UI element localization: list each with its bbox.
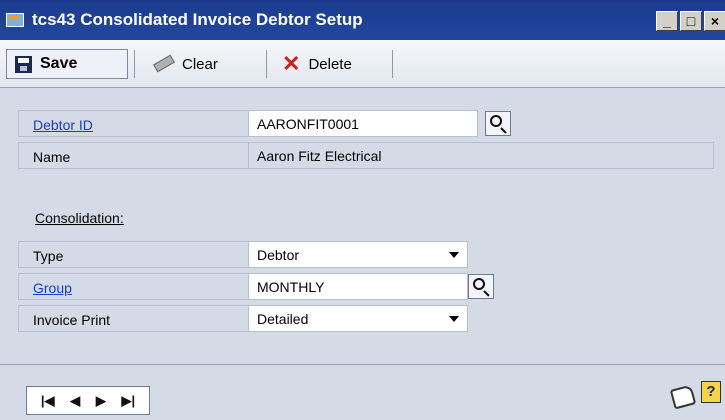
group-row: Group MONTHLY bbox=[18, 273, 714, 300]
window-title: tcs43 Consolidated Invoice Debtor Setup bbox=[32, 10, 363, 29]
delete-button[interactable]: ✕ Delete bbox=[274, 49, 360, 79]
close-button[interactable]: × bbox=[704, 11, 725, 31]
first-record-icon[interactable]: |◀ bbox=[41, 393, 55, 409]
save-button[interactable]: Save bbox=[6, 49, 128, 79]
magnifier-icon bbox=[473, 278, 485, 290]
type-value: Debtor bbox=[257, 247, 300, 263]
delete-label: Delete bbox=[308, 55, 352, 73]
name-field: Aaron Fitz Electrical bbox=[248, 142, 714, 169]
app-window-icon[interactable] bbox=[6, 13, 24, 27]
debtor-lookup-button[interactable] bbox=[485, 111, 511, 136]
help-icon[interactable]: ? bbox=[701, 381, 721, 403]
debtor-id-field[interactable]: AARONFIT0001 bbox=[248, 110, 478, 137]
chevron-down-icon bbox=[449, 316, 459, 322]
minimize-button[interactable]: _ bbox=[656, 11, 678, 31]
chevron-down-icon bbox=[449, 252, 459, 258]
toolbar-divider bbox=[134, 50, 135, 78]
invoice-print-row: Invoice Print Detailed bbox=[18, 305, 714, 332]
group-field[interactable]: MONTHLY bbox=[248, 273, 468, 300]
invoice-print-label: Invoice Print bbox=[18, 305, 248, 332]
toolbar-divider bbox=[392, 50, 393, 78]
title-bar: tcs43 Consolidated Invoice Debtor Setup … bbox=[0, 0, 725, 40]
debtor-id-link[interactable]: Debtor ID bbox=[18, 110, 248, 137]
maximize-icon: □ bbox=[686, 13, 696, 29]
consolidation-heading: Consolidation: bbox=[35, 210, 124, 226]
group-lookup-button[interactable] bbox=[468, 274, 494, 299]
last-record-icon[interactable]: ▶| bbox=[121, 393, 135, 409]
eraser-icon bbox=[152, 57, 174, 71]
maximize-button[interactable]: □ bbox=[680, 11, 702, 31]
previous-record-icon[interactable]: ◀ bbox=[70, 393, 80, 409]
group-link[interactable]: Group bbox=[18, 273, 248, 300]
debtor-id-row: Debtor ID AARONFIT0001 bbox=[18, 110, 714, 137]
note-icon[interactable] bbox=[669, 384, 697, 410]
toolbar: Save Clear ✕ Delete bbox=[0, 40, 725, 88]
type-dropdown[interactable]: Debtor bbox=[248, 241, 468, 268]
delete-x-icon: ✕ bbox=[282, 51, 301, 76]
minimize-icon: _ bbox=[663, 13, 671, 29]
status-bar: |◀ ◀ ▶ ▶| ? bbox=[0, 364, 725, 420]
magnifier-icon bbox=[490, 115, 502, 127]
toolbar-divider bbox=[266, 50, 267, 78]
save-label: Save bbox=[40, 55, 78, 72]
type-row: Type Debtor bbox=[18, 241, 714, 268]
clear-label: Clear bbox=[182, 55, 218, 73]
next-record-icon[interactable]: ▶ bbox=[96, 393, 106, 409]
invoice-print-value: Detailed bbox=[257, 311, 309, 327]
type-label: Type bbox=[18, 241, 248, 268]
name-row: Name Aaron Fitz Electrical bbox=[18, 142, 714, 169]
record-navigator: |◀ ◀ ▶ ▶| bbox=[26, 386, 150, 415]
close-icon: × bbox=[710, 13, 720, 29]
invoice-print-dropdown[interactable]: Detailed bbox=[248, 305, 468, 332]
name-label: Name bbox=[18, 142, 248, 169]
clear-button[interactable]: Clear bbox=[144, 49, 226, 79]
save-disk-icon bbox=[15, 55, 32, 73]
